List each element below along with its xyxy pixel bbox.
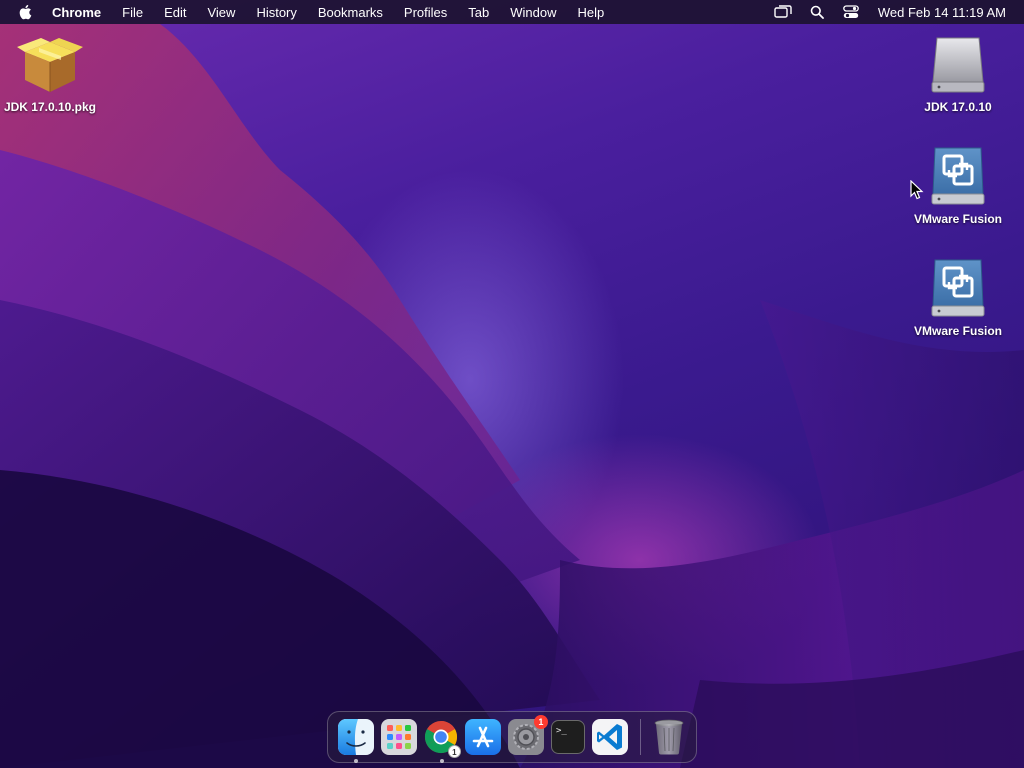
dock-item-app-store[interactable] (464, 719, 501, 755)
apple-menu-icon[interactable] (12, 4, 38, 20)
trash-icon (654, 719, 684, 755)
menu-help[interactable]: Help (578, 5, 605, 20)
launchpad-icon (380, 719, 417, 755)
desktop-icon-jdk-pkg[interactable]: JDK 17.0.10.pkg (0, 34, 105, 114)
running-indicator (439, 759, 444, 763)
app-store-icon (464, 719, 501, 755)
dock-item-terminal[interactable]: >_ (551, 719, 586, 755)
menu-bookmarks[interactable]: Bookmarks (318, 5, 383, 20)
menu-view[interactable]: View (207, 5, 235, 20)
control-center-icon[interactable] (840, 2, 862, 22)
chrome-profile-badge: 1 (447, 745, 461, 758)
menu-window[interactable]: Window (510, 5, 556, 20)
mouse-cursor-icon (910, 180, 924, 200)
vmware-disk-icon (931, 147, 985, 205)
menu-bar-clock[interactable]: Wed Feb 14 11:19 AM (878, 5, 1006, 20)
dock-item-finder[interactable] (337, 719, 374, 763)
dock-separator (639, 719, 641, 755)
terminal-prompt: >_ (556, 726, 567, 736)
menu-edit[interactable]: Edit (164, 5, 186, 20)
dock: 1 1 >_ (327, 711, 697, 763)
finder-icon (337, 719, 374, 755)
desktop-icon-label: VMware Fusion (913, 212, 1002, 226)
dock-item-launchpad[interactable] (380, 719, 417, 755)
menu-bar: Chrome File Edit View History Bookmarks … (0, 0, 1024, 24)
vmware-disk-icon (931, 259, 985, 317)
desktop-icon-label: VMware Fusion (913, 324, 1002, 338)
app-menu-chrome[interactable]: Chrome (52, 5, 101, 20)
menu-bar-status-area: Wed Feb 14 11:19 AM (760, 2, 1016, 22)
terminal-icon: >_ (551, 720, 586, 754)
menu-tab[interactable]: Tab (468, 5, 489, 20)
menu-history[interactable]: History (256, 5, 296, 20)
screen-mirroring-icon[interactable] (772, 2, 794, 22)
package-icon (17, 38, 83, 92)
disk-drive-icon (931, 37, 985, 93)
desktop-icon-jdk-disk[interactable]: JDK 17.0.10 (903, 34, 1013, 114)
desktop-icon-label: JDK 17.0.10.pkg (3, 100, 97, 114)
dock-item-system-settings[interactable]: 1 (507, 715, 548, 755)
running-indicator (353, 759, 358, 763)
desktop-icon-label: JDK 17.0.10 (924, 100, 992, 114)
desktop: Chrome File Edit View History Bookmarks … (0, 0, 1024, 768)
dock-item-chrome[interactable]: 1 (424, 719, 461, 763)
menu-file[interactable]: File (122, 5, 143, 20)
desktop-icon-vmware-fusion-2[interactable]: VMware Fusion (903, 258, 1013, 338)
menu-profiles[interactable]: Profiles (404, 5, 447, 20)
vscode-icon (592, 719, 629, 755)
wallpaper (0, 24, 1024, 768)
notification-badge: 1 (533, 715, 548, 729)
dock-item-trash[interactable] (652, 719, 686, 755)
spotlight-search-icon[interactable] (806, 2, 828, 22)
dock-item-vscode[interactable] (592, 719, 629, 755)
